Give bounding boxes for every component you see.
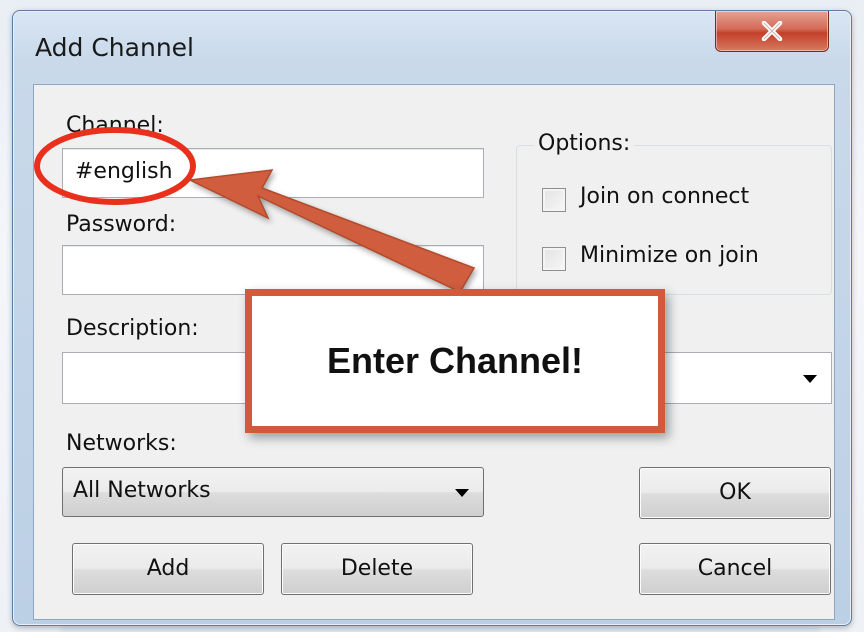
ok-button[interactable]: OK <box>639 467 831 519</box>
window-title: Add Channel <box>35 33 194 62</box>
networks-label: Networks: <box>66 431 177 456</box>
chevron-down-icon <box>803 375 817 383</box>
delete-button[interactable]: Delete <box>281 543 473 595</box>
password-label: Password: <box>66 212 177 237</box>
cancel-button[interactable]: Cancel <box>639 543 831 595</box>
callout-text: Enter Channel! <box>326 340 584 381</box>
join-on-connect-checkbox[interactable] <box>542 188 566 212</box>
options-label: Options: <box>534 131 635 156</box>
options-group <box>516 145 832 295</box>
close-button[interactable] <box>715 11 829 52</box>
background-blur <box>60 626 820 632</box>
channel-input[interactable]: #english <box>62 148 484 198</box>
password-input[interactable] <box>62 245 484 295</box>
description-label: Description: <box>66 316 199 341</box>
networks-dropdown[interactable]: All Networks <box>62 467 484 517</box>
join-on-connect-label: Join on connect <box>580 184 750 209</box>
annotation-callout: Enter Channel! <box>245 289 665 433</box>
channel-label: Channel: <box>66 113 164 138</box>
close-icon <box>761 21 783 41</box>
chevron-down-icon <box>455 489 469 497</box>
minimize-on-join-checkbox[interactable] <box>542 247 566 271</box>
networks-selected: All Networks <box>73 478 211 503</box>
minimize-on-join-label: Minimize on join <box>580 243 759 268</box>
add-button[interactable]: Add <box>72 543 264 595</box>
